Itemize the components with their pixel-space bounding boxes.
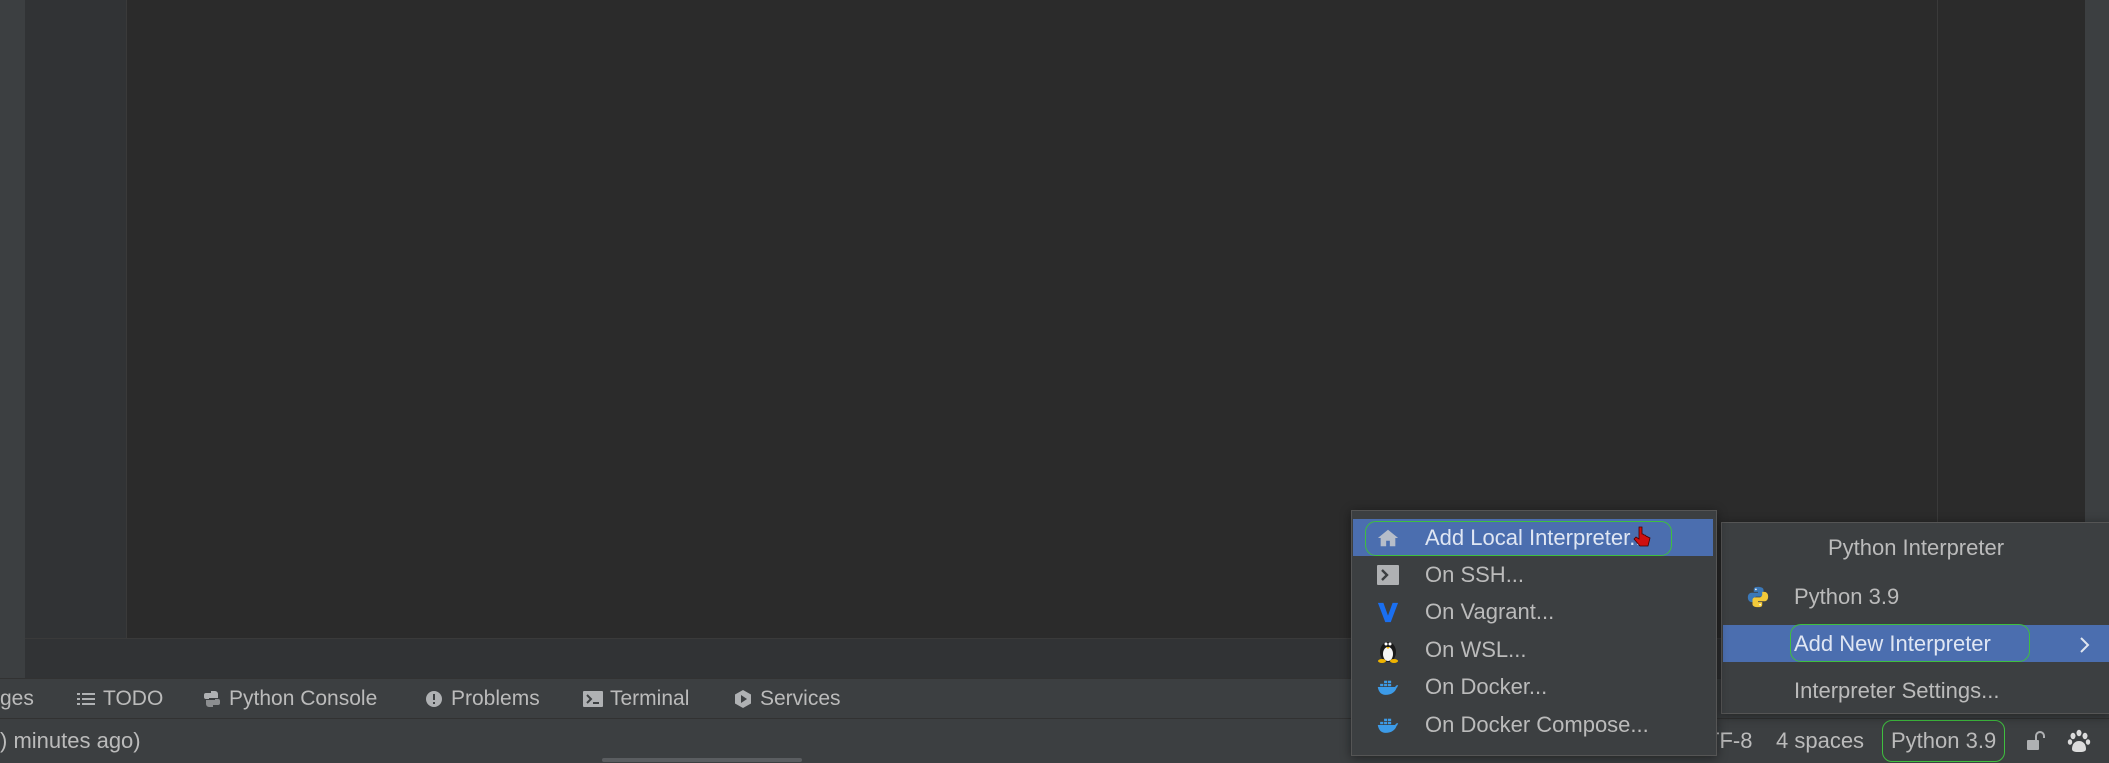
- services-icon: [733, 689, 753, 709]
- paw-icon[interactable]: [2066, 719, 2092, 763]
- tool-window-services[interactable]: Services: [733, 679, 841, 719]
- tool-window-terminal[interactable]: Terminal: [583, 679, 689, 719]
- menu-item-label: On Docker...: [1425, 673, 1548, 699]
- horizontal-scrollbar[interactable]: [602, 758, 802, 762]
- docker-icon: [1377, 676, 1399, 698]
- tool-window-label: Services: [760, 687, 841, 710]
- on-docker-item[interactable]: On Docker...: [1353, 668, 1713, 705]
- menu-item-label: On WSL...: [1425, 636, 1527, 662]
- interpreter-text: Python 3.9: [1891, 728, 1997, 753]
- tool-window-label: ges: [0, 687, 34, 710]
- highlight-outline: [1790, 624, 2030, 662]
- menu-item-label: On Vagrant...: [1425, 598, 1555, 624]
- tool-window-python-console[interactable]: Python Console: [202, 679, 377, 719]
- unlock-icon[interactable]: [2024, 719, 2046, 763]
- tool-window-changes[interactable]: ges: [0, 679, 34, 719]
- menu-item-label: On SSH...: [1425, 561, 1525, 587]
- python-icon: [1747, 586, 1769, 608]
- tool-window-label: Problems: [451, 687, 540, 710]
- highlight-outline: [1365, 521, 1672, 556]
- interpreter-item-python39[interactable]: Python 3.9: [1723, 578, 2109, 615]
- editor-gutter: [25, 0, 127, 638]
- vagrant-icon: [1377, 601, 1399, 623]
- vcs-status[interactable]: ) minutes ago): [0, 719, 141, 763]
- left-tool-stripe: [0, 0, 25, 688]
- terminal-icon: [583, 689, 603, 709]
- tool-window-label: Terminal: [610, 687, 690, 710]
- on-docker-compose-item[interactable]: On Docker Compose...: [1353, 706, 1713, 743]
- vcs-time-text: ) minutes ago): [0, 728, 141, 753]
- docker-icon: [1377, 714, 1399, 736]
- problems-icon: [424, 689, 444, 709]
- menu-item-label: Python 3.9: [1794, 583, 1900, 609]
- menu-item-label: Interpreter Settings...: [1794, 677, 2000, 703]
- indent-setting[interactable]: 4 spaces: [1776, 719, 1864, 763]
- indent-text: 4 spaces: [1776, 728, 1865, 753]
- status-bar: ) minutes ago) TF-8 4 spaces Python 3.9: [0, 718, 2109, 763]
- on-wsl-item[interactable]: On WSL...: [1353, 631, 1713, 668]
- tool-window-todo[interactable]: TODO: [76, 679, 163, 719]
- interpreter-selector[interactable]: Python 3.9: [1882, 720, 2006, 762]
- popup-title: Python Interpreter: [1827, 535, 2005, 560]
- chevron-right-icon: [2079, 634, 2091, 660]
- list-icon: [76, 689, 96, 709]
- tool-window-problems[interactable]: Problems: [424, 679, 540, 719]
- linux-tux-icon: [1377, 639, 1399, 663]
- interpreter-settings-item[interactable]: Interpreter Settings...: [1723, 672, 2109, 709]
- on-vagrant-item[interactable]: On Vagrant...: [1353, 593, 1713, 630]
- menu-item-label: On Docker Compose...: [1425, 711, 1649, 737]
- on-ssh-item[interactable]: On SSH...: [1353, 556, 1713, 593]
- tool-window-label: Python Console: [229, 687, 378, 710]
- terminal-icon: [1377, 564, 1399, 586]
- python-interpreter-popup: Python Interpreter Python 3.9 Add New In…: [1721, 522, 2109, 714]
- python-console-icon: [202, 689, 222, 709]
- tool-window-label: TODO: [103, 687, 164, 710]
- add-interpreter-submenu: Add Local Interpreter... On SSH... On Va…: [1351, 510, 1717, 756]
